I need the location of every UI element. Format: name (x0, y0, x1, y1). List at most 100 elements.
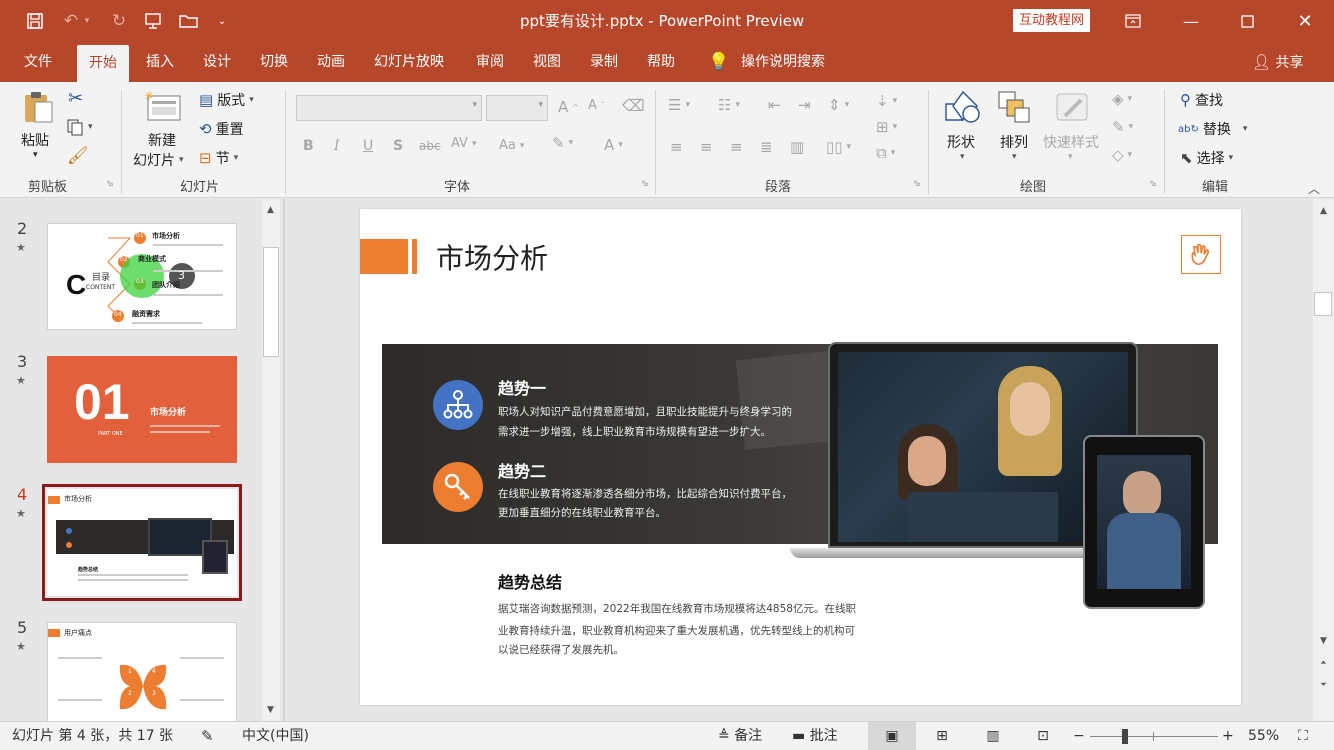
summary-line2[interactable]: 业教育持续升温，职业教育机构迎来了重大发展机遇，优先转型线上的机构可 (498, 623, 855, 638)
reset-button[interactable]: ⟲ 重置 (199, 119, 244, 139)
bold-icon[interactable]: B (303, 138, 314, 154)
decrease-indent-icon[interactable]: ⇤ (768, 96, 781, 114)
language-indicator[interactable]: 中文(中国) (242, 722, 309, 750)
change-case-icon[interactable]: Aa ▾ (499, 138, 524, 153)
select-button[interactable]: ⬉ 选择 ▾ (1180, 148, 1233, 168)
arrange-dropdown-icon[interactable]: ▾ (1012, 152, 1017, 162)
justify-icon[interactable]: ≣ (760, 138, 773, 156)
distribute-icon[interactable]: ▥ (790, 138, 804, 156)
cut-icon[interactable]: ✂ (68, 88, 83, 109)
increase-indent-icon[interactable]: ⇥ (798, 96, 811, 114)
slide-thumbnail-4[interactable]: 市场分析 趋势总结 (42, 484, 242, 601)
clear-format-icon[interactable]: ⌫ (622, 96, 645, 115)
quick-styles-dropdown-icon[interactable]: ▾ (1068, 152, 1073, 162)
slide-thumbnail-3[interactable]: 01 市场分析 PART ONE (47, 356, 237, 463)
tab-animations[interactable]: 动画 (317, 42, 345, 82)
section-button[interactable]: ⊟ 节 ▾ (199, 148, 238, 168)
shape-effects-icon[interactable]: ◇ ▾ (1112, 146, 1132, 164)
tab-view[interactable]: 视图 (533, 42, 561, 82)
tab-record[interactable]: 录制 (590, 42, 618, 82)
summary-line3[interactable]: 以说已经获得了发展先机。 (498, 642, 624, 657)
notes-button[interactable]: ≜ 备注 (718, 722, 762, 750)
trend1-line2[interactable]: 需求进一步增强，线上职业教育市场规模有望进一步扩大。 (498, 424, 771, 439)
format-painter-icon[interactable]: 🖌︎ (67, 146, 89, 166)
share-button[interactable]: 👤︎ 共享 (1252, 42, 1304, 82)
paragraph-launcher-icon[interactable]: ⬂ (913, 179, 921, 189)
scroll-down-icon[interactable]: ▼ (1315, 632, 1332, 649)
highlight-icon[interactable]: ✎ ▾ (552, 134, 573, 152)
align-text-icon[interactable]: ⊞ ▾ (876, 118, 897, 136)
zoom-level[interactable]: 55% (1248, 722, 1279, 750)
strikethrough-icon[interactable]: abc (419, 139, 441, 153)
smartart-icon[interactable]: ⧉ ▾ (876, 144, 895, 162)
trend1-line1[interactable]: 职场人对知识产品付费意愿增加，且职业技能提升与终身学习的 (498, 404, 792, 419)
underline-icon[interactable]: U (363, 138, 373, 154)
scroll-up-icon[interactable]: ▲ (262, 201, 279, 218)
shadow-icon[interactable]: S (393, 138, 403, 154)
new-slide-button[interactable]: 新建 (148, 130, 176, 150)
arrange-icon[interactable] (997, 90, 1033, 130)
font-color-icon[interactable]: A ▾ (604, 136, 623, 154)
ribbon-display-options-icon[interactable] (1105, 0, 1161, 42)
copy-icon[interactable]: ▾ (66, 118, 93, 136)
tab-insert[interactable]: 插入 (146, 42, 174, 82)
main-scroll-thumb[interactable] (1314, 292, 1332, 316)
tab-transitions[interactable]: 切换 (260, 42, 288, 82)
layout-button[interactable]: ▤ 版式 ▾ (199, 90, 254, 110)
trend2-line1[interactable]: 在线职业教育将逐渐渗透各细分市场，比起综合知识付费平台， (498, 486, 792, 501)
fit-to-window-icon[interactable]: ⛶ (1298, 722, 1308, 750)
font-launcher-icon[interactable]: ⬂ (641, 179, 649, 189)
zoom-slider-track[interactable] (1090, 736, 1218, 737)
line-spacing-icon[interactable]: ⇕ ▾ (828, 96, 849, 114)
normal-view-icon[interactable]: ▣ (868, 722, 916, 750)
comments-button[interactable]: ▬ 批注 (792, 722, 838, 750)
slide-thumbnail-2[interactable]: C 目录 CONTENT 01 02 03 04 市场分析 商业模式 团队介绍 … (47, 223, 237, 330)
slide-canvas[interactable]: 市场分析 趋势一 职场人对知识产品付费意愿增加，且职业技能提升与终身学习的 需求… (360, 209, 1241, 705)
clipboard-launcher-icon[interactable]: ⬂ (106, 179, 114, 189)
summary-title[interactable]: 趋势总结 (498, 569, 562, 593)
paste-icon[interactable] (22, 90, 54, 128)
zoom-in-icon[interactable]: + (1222, 722, 1234, 750)
next-slide-icon[interactable]: ⏷ (1315, 676, 1332, 693)
bullets-icon[interactable]: ☰ ▾ (668, 96, 690, 114)
shape-outline-icon[interactable]: ✎ ▾ (1112, 118, 1133, 136)
align-right-icon[interactable]: ≡ (730, 138, 743, 156)
scroll-up-icon[interactable]: ▲ (1315, 202, 1332, 219)
tab-review[interactable]: 审阅 (476, 42, 504, 82)
shapes-dropdown-icon[interactable]: ▾ (960, 152, 965, 162)
columns-icon[interactable]: ▯▯ ▾ (826, 138, 851, 156)
thumbnail-scroll-thumb[interactable] (263, 247, 279, 357)
align-left-icon[interactable]: ≡ (670, 138, 683, 156)
close-button[interactable]: ✕ (1277, 0, 1333, 42)
scroll-down-icon[interactable]: ▼ (262, 701, 279, 718)
spelling-icon[interactable]: ✎ (201, 722, 214, 750)
drawing-launcher-icon[interactable]: ⬂ (1149, 179, 1157, 189)
tab-slideshow[interactable]: 幻灯片放映 (374, 42, 444, 82)
font-size-field[interactable]: ▾ (486, 95, 548, 121)
save-icon[interactable] (20, 0, 50, 42)
undo-dropdown-icon[interactable]: ▾ (80, 0, 94, 42)
increase-font-icon[interactable]: A ^ (558, 98, 579, 116)
arrange-button[interactable]: 排列 (1000, 132, 1028, 152)
summary-line1[interactable]: 据艾瑞咨询数据预测，2022年我国在线教育市场规模将达4858亿元。在线职 (498, 601, 856, 616)
paste-button[interactable]: 粘贴 (21, 130, 49, 150)
reading-view-icon[interactable]: ▥ (983, 722, 1003, 750)
italic-icon[interactable]: I (334, 138, 340, 154)
pane-splitter[interactable] (283, 199, 285, 721)
decrease-font-icon[interactable]: Aˇ (588, 98, 605, 113)
shape-fill-icon[interactable]: ◈ ▾ (1112, 90, 1132, 108)
zoom-slider-thumb[interactable] (1122, 729, 1128, 744)
text-direction-icon[interactable]: ⇣ ▾ (876, 92, 897, 110)
char-spacing-icon[interactable]: AV ▾ (451, 136, 477, 151)
replace-button[interactable]: ab↻ 替换 ▾ (1178, 119, 1247, 139)
collapse-ribbon-icon[interactable]: ︿ (1308, 180, 1320, 197)
slideshow-view-icon[interactable]: ⊡ (1033, 722, 1053, 750)
tab-home[interactable]: 开始 (77, 45, 129, 82)
numbering-icon[interactable]: ☷ ▾ (718, 96, 740, 114)
new-slide-dropdown[interactable]: 幻灯片 ▾ (133, 150, 184, 170)
zoom-out-icon[interactable]: − (1073, 722, 1085, 750)
align-center-icon[interactable]: ≡ (700, 138, 713, 156)
tab-file[interactable]: 文件 (24, 42, 52, 82)
trend2-line2[interactable]: 更加垂直细分的在线职业教育平台。 (498, 505, 666, 520)
minimize-button[interactable]: — (1163, 0, 1219, 42)
